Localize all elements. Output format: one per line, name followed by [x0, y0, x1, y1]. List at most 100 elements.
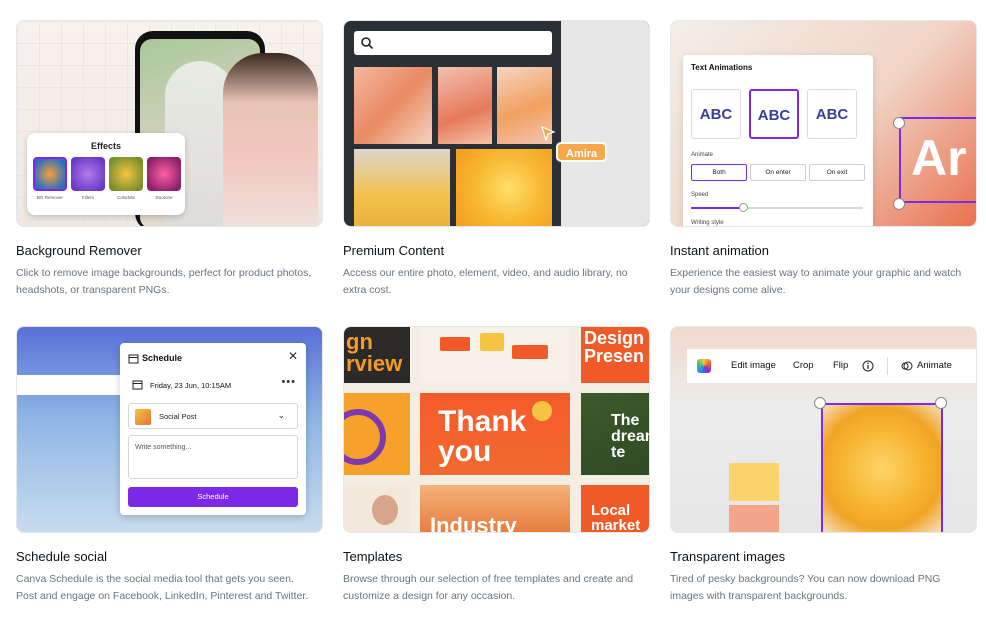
photo-tile[interactable] — [354, 149, 450, 226]
fx-label: Duotone — [155, 195, 173, 200]
filters-effect-thumb[interactable] — [71, 157, 105, 191]
animate-label: Animate — [691, 152, 714, 158]
animation-sample-selected[interactable]: ABC — [749, 89, 799, 139]
search-icon — [361, 37, 374, 50]
animation-sample[interactable]: ABC — [691, 89, 741, 139]
speed-slider-fill — [691, 207, 743, 209]
side-panel — [561, 21, 649, 226]
photo-tile[interactable] — [438, 67, 492, 144]
portrait-graphic — [372, 495, 398, 525]
fx-label: Filters — [81, 195, 95, 200]
template-tile[interactable]: Thank you — [420, 393, 570, 475]
card-description: Tired of pesky backgrounds? You can now … — [670, 573, 941, 602]
fx-label: BG Remover — [36, 195, 63, 200]
template-text: gn rview — [346, 329, 403, 376]
crop-button[interactable]: Crop — [793, 360, 814, 371]
animate-icon — [901, 361, 913, 371]
schedule-button[interactable]: Schedule — [128, 487, 298, 507]
speed-label: Speed — [691, 192, 709, 198]
animation-sample[interactable]: ABC — [807, 89, 857, 139]
resize-handle[interactable] — [935, 397, 947, 409]
resize-handle[interactable] — [814, 397, 826, 409]
calendar-icon — [128, 354, 139, 364]
template-tile[interactable]: Industry — [420, 485, 570, 533]
template-tile[interactable] — [420, 327, 570, 383]
speed-slider-handle[interactable] — [739, 203, 748, 212]
template-text: Thank you — [438, 405, 527, 468]
channel-avatar — [135, 409, 151, 425]
color-picker-icon[interactable] — [697, 359, 711, 373]
close-icon[interactable]: ✕ — [288, 349, 298, 363]
duotone-effect-thumb[interactable] — [147, 157, 181, 191]
selected-image[interactable] — [821, 403, 943, 532]
writing-style-label: Writing style — [691, 220, 724, 226]
image-toolbar: Edit image Crop Flip Animate — [687, 349, 976, 383]
schedule-date[interactable]: Friday, 23 Jun, 10:15AM — [150, 381, 231, 390]
cursor-icon — [541, 125, 556, 141]
resize-handle[interactable] — [893, 117, 905, 129]
animate-option-on-enter[interactable]: On enter — [750, 164, 806, 181]
effects-title: Effects — [90, 141, 121, 151]
template-text: Industry — [430, 513, 517, 533]
edit-image-button[interactable]: Edit image — [731, 360, 776, 371]
channel-label: Social Post — [159, 412, 197, 421]
card-description: Access our entire photo, element, video,… — [343, 267, 628, 296]
template-tile[interactable] — [344, 485, 410, 532]
background-stripe — [17, 375, 137, 395]
fx-label: ColorMix — [117, 195, 135, 200]
transparent-images-thumbnail[interactable]: Edit image Crop Flip Animate — [670, 326, 977, 533]
person-foreground — [223, 53, 318, 226]
card-title[interactable]: Instant animation — [670, 243, 769, 258]
template-tile[interactable] — [344, 393, 410, 475]
schedule-social-thumbnail[interactable]: Schedule ✕ Friday, 23 Jun, 10:15AM ••• S… — [16, 326, 323, 533]
sticker — [512, 345, 548, 359]
colormix-effect-thumb[interactable] — [109, 157, 143, 191]
resize-handle[interactable] — [893, 198, 905, 210]
card-description: Experience the easiest way to animate yo… — [670, 267, 962, 296]
chevron-down-icon: ⌄ — [277, 410, 285, 420]
card-description: Canva Schedule is the social media tool … — [16, 573, 309, 602]
bg-remover-effect-thumb[interactable] — [33, 157, 67, 191]
color-block — [729, 463, 779, 501]
templates-thumbnail[interactable]: gn rview Design Presen Thank you The dre… — [343, 326, 650, 533]
info-icon[interactable] — [862, 360, 874, 372]
card-title[interactable]: Background Remover — [16, 243, 142, 258]
calendar-icon — [132, 380, 143, 390]
template-tile[interactable]: The dream te — [581, 393, 649, 475]
template-tile[interactable]: Local market — [581, 485, 649, 533]
animated-text-preview: Ar — [911, 130, 967, 186]
flip-button[interactable]: Flip — [833, 360, 848, 371]
animate-option-on-exit[interactable]: On exit — [809, 164, 865, 181]
template-tile[interactable]: Design Presen — [581, 327, 649, 383]
channel-select[interactable]: Social Post ⌄ — [128, 403, 298, 429]
photo-tile[interactable] — [354, 67, 432, 144]
schedule-panel: Schedule ✕ Friday, 23 Jun, 10:15AM ••• S… — [120, 343, 306, 515]
card-title[interactable]: Transparent images — [670, 549, 785, 564]
schedule-title: Schedule — [142, 353, 183, 363]
template-tile[interactable]: gn rview — [344, 327, 410, 383]
effects-panel: Effects BG Remover Filters ColorMix Duot… — [27, 133, 185, 215]
background-remover-thumbnail[interactable]: Effects BG Remover Filters ColorMix Duot… — [16, 20, 323, 227]
post-textarea[interactable]: Write something... — [128, 435, 298, 479]
template-text: Local market — [591, 502, 641, 533]
animate-button[interactable]: Animate — [917, 360, 952, 371]
search-bar[interactable] — [354, 31, 552, 55]
text-animations-panel: Text Animations ABC ABC ABC Animate Both… — [683, 55, 873, 226]
animated-text-selection[interactable]: Ar — [899, 117, 976, 203]
color-block — [729, 505, 779, 532]
toolbar-divider — [887, 357, 888, 375]
card-description: Click to remove image backgrounds, perfe… — [16, 267, 312, 296]
premium-content-thumbnail[interactable]: Amira — [343, 20, 650, 227]
instant-animation-thumbnail[interactable]: Text Animations ABC ABC ABC Animate Both… — [670, 20, 977, 227]
photo-tile[interactable] — [456, 149, 552, 226]
card-title[interactable]: Templates — [343, 549, 402, 564]
template-text: Design Presen — [584, 328, 645, 366]
sticker — [440, 337, 470, 351]
post-placeholder: Write something... — [135, 444, 192, 451]
card-description: Browse through our selection of free tem… — [343, 573, 634, 602]
panel-title: Text Animations — [691, 63, 753, 72]
card-title[interactable]: Schedule social — [16, 549, 107, 564]
animate-option-both[interactable]: Both — [691, 164, 747, 181]
more-options-icon[interactable]: ••• — [281, 376, 296, 388]
card-title[interactable]: Premium Content — [343, 243, 444, 258]
